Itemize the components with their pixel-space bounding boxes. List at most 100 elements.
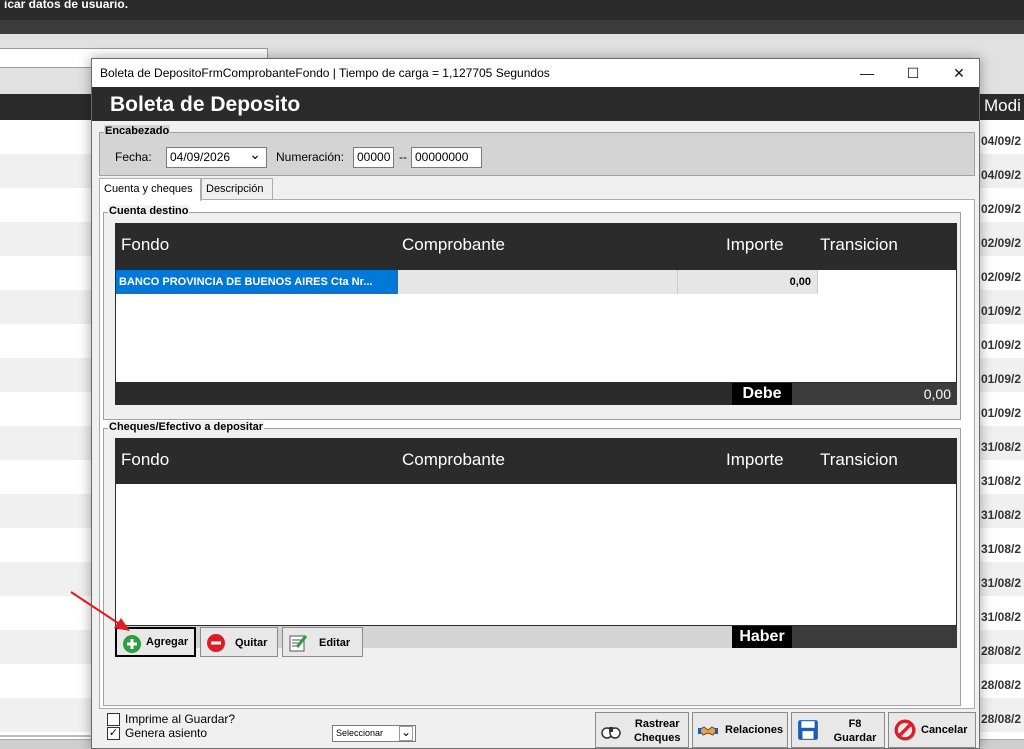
- cell-importe[interactable]: 0,00: [677, 270, 817, 294]
- column-header-fondo[interactable]: Fondo: [121, 450, 169, 470]
- background-row-date: 31/08/2: [981, 542, 1022, 556]
- editar-button[interactable]: Editar: [282, 627, 363, 657]
- chevron-down-icon[interactable]: ⌄: [249, 148, 261, 163]
- guardar-shortcut: F8: [848, 718, 862, 730]
- numeracion-prefix-input[interactable]: 00000: [353, 147, 394, 168]
- background-row-date: 01/09/2: [981, 338, 1022, 352]
- cuenta-destino-group: Cuenta destino Fondo Comprobante Importe…: [103, 205, 961, 420]
- column-header-transicion[interactable]: Transicion: [820, 235, 898, 255]
- quitar-label: Quitar: [235, 637, 268, 649]
- haber-value: [792, 626, 957, 648]
- plus-circle-icon: [123, 635, 141, 653]
- binoculars-icon: [601, 727, 621, 739]
- maximize-button[interactable]: ☐: [890, 59, 936, 87]
- dialog-body: Encabezado Fecha: 04/09/2026 ⌄ Numeració…: [92, 121, 979, 748]
- quitar-button[interactable]: Quitar: [200, 627, 278, 657]
- column-header-importe[interactable]: Importe: [726, 450, 784, 470]
- encabezado-group: Encabezado Fecha: 04/09/2026 ⌄ Numeració…: [99, 125, 975, 176]
- imprime-label: Imprime al Guardar?: [125, 712, 236, 726]
- cuenta-grid-header: Fondo Comprobante Importe Transicion: [115, 223, 957, 269]
- tab-panel-cuenta-y-cheques: Cuenta destino Fondo Comprobante Importe…: [99, 199, 975, 709]
- background-row-date: 04/09/2: [981, 168, 1022, 182]
- relaciones-label: Relaciones: [725, 724, 784, 736]
- background-row-date: 28/08/2: [981, 712, 1022, 726]
- haber-label: Haber: [732, 626, 792, 648]
- background-row-date: 28/08/2: [981, 644, 1022, 658]
- genera-asiento-label: Genera asiento: [125, 726, 208, 740]
- column-header-comprobante[interactable]: Comprobante: [402, 235, 505, 255]
- background-row-date: 01/09/2: [981, 304, 1022, 318]
- background-row-date: 31/08/2: [981, 508, 1022, 522]
- agregar-button[interactable]: Agregar: [115, 627, 196, 657]
- background-app-strip: [0, 20, 1024, 34]
- background-row-date: 31/08/2: [981, 576, 1022, 590]
- editar-label: Editar: [319, 637, 351, 649]
- numeracion-separator: --: [399, 150, 407, 164]
- fecha-value: 04/09/2026: [170, 150, 231, 164]
- dialog-titlebar[interactable]: Boleta de DepositoFrmComprobanteFondo | …: [92, 59, 979, 87]
- background-row-date: 02/09/2: [981, 236, 1022, 250]
- cheques-legend: Cheques/Efectivo a depositar: [108, 421, 265, 433]
- imprime-checkbox[interactable]: [107, 713, 120, 726]
- close-button[interactable]: ✕: [936, 59, 979, 87]
- fecha-date-picker[interactable]: 04/09/2026 ⌄: [166, 147, 267, 168]
- seleccionar-select[interactable]: Seleccionar ⌄: [332, 725, 416, 742]
- rastrear-cheques-label: Rastrear Cheques: [634, 717, 680, 745]
- column-header-importe[interactable]: Importe: [726, 235, 784, 255]
- column-header-transicion[interactable]: Transicion: [820, 450, 898, 470]
- genera-asiento-checkbox[interactable]: ✓: [107, 727, 120, 740]
- tab-cuenta-y-cheques[interactable]: Cuenta y cheques: [99, 178, 201, 201]
- debe-label: Debe: [732, 383, 792, 405]
- fecha-label: Fecha:: [115, 150, 152, 164]
- cell-comprobante[interactable]: [398, 270, 677, 294]
- numeracion-prefix-value: 00000: [357, 150, 391, 164]
- background-row-date: 01/09/2: [981, 406, 1022, 420]
- numeracion-label: Numeración:: [276, 150, 345, 164]
- background-row-date: 02/09/2: [981, 202, 1022, 216]
- cheques-grid-header: Fondo Comprobante Importe Transicion: [115, 438, 957, 483]
- cancel-circle-icon: [894, 719, 916, 741]
- guardar-text: Guardar: [833, 732, 877, 744]
- dialog-header: Boleta de Deposito: [92, 87, 979, 121]
- screen: icar datos de usuario. Modi 04/09/2 04/09…: [0, 0, 1024, 749]
- rastrear-cheques-button[interactable]: Rastrear Cheques: [595, 712, 689, 748]
- cancelar-label: Cancelar: [921, 724, 968, 736]
- column-header-comprobante[interactable]: Comprobante: [402, 450, 505, 470]
- minimize-button[interactable]: —: [844, 59, 890, 87]
- guardar-button[interactable]: F8 Guardar: [791, 712, 885, 748]
- numeracion-number-value: 00000000: [415, 150, 469, 164]
- edit-note-icon: [289, 635, 308, 652]
- chevron-down-icon[interactable]: ⌄: [399, 726, 413, 741]
- background-row-date: 28/08/2: [981, 678, 1022, 692]
- cancelar-button[interactable]: Cancelar: [888, 712, 976, 748]
- boleta-deposito-dialog: Boleta de DepositoFrmComprobanteFondo | …: [91, 58, 980, 749]
- relaciones-button[interactable]: Relaciones: [692, 712, 788, 748]
- minus-circle-icon: [207, 634, 225, 652]
- cuenta-destino-legend: Cuenta destino: [108, 205, 190, 217]
- numeracion-number-input[interactable]: 00000000: [411, 147, 482, 168]
- cheques-grid-body[interactable]: [115, 483, 957, 626]
- rastrear-line1: Rastrear: [634, 718, 680, 730]
- debe-total-bar: Debe 0,00: [115, 383, 957, 405]
- background-row-date: 31/08/2: [981, 440, 1022, 454]
- debe-value: 0,00: [792, 383, 957, 405]
- dialog-heading: Boleta de Deposito: [110, 93, 301, 116]
- background-row-date: 31/08/2: [981, 610, 1022, 624]
- agregar-label: Agregar: [146, 636, 189, 648]
- handshake-icon: [698, 726, 718, 736]
- floppy-disk-icon: [798, 720, 818, 740]
- seleccionar-value: Seleccionar: [336, 728, 384, 738]
- background-app-titlebar: icar datos de usuario.: [0, 0, 1024, 20]
- tab-descripcion[interactable]: Descripción: [201, 178, 273, 200]
- cell-transicion[interactable]: [817, 270, 956, 294]
- column-header-fondo[interactable]: Fondo: [121, 235, 169, 255]
- rastrear-line2: Cheques: [634, 732, 681, 744]
- background-column-header[interactable]: Modi: [984, 96, 1021, 116]
- table-row[interactable]: BANCO PROVINCIA DE BUENOS AIRES Cta Nr..…: [116, 270, 956, 294]
- encabezado-legend: Encabezado: [104, 125, 171, 137]
- cell-fondo[interactable]: BANCO PROVINCIA DE BUENOS AIRES Cta Nr..…: [116, 270, 398, 294]
- background-row-date: 04/09/2: [981, 134, 1022, 148]
- background-row-date: 31/08/2: [981, 474, 1022, 488]
- background-row-date: 01/09/2: [981, 372, 1022, 386]
- dialog-window-title: Boleta de DepositoFrmComprobanteFondo | …: [100, 66, 550, 80]
